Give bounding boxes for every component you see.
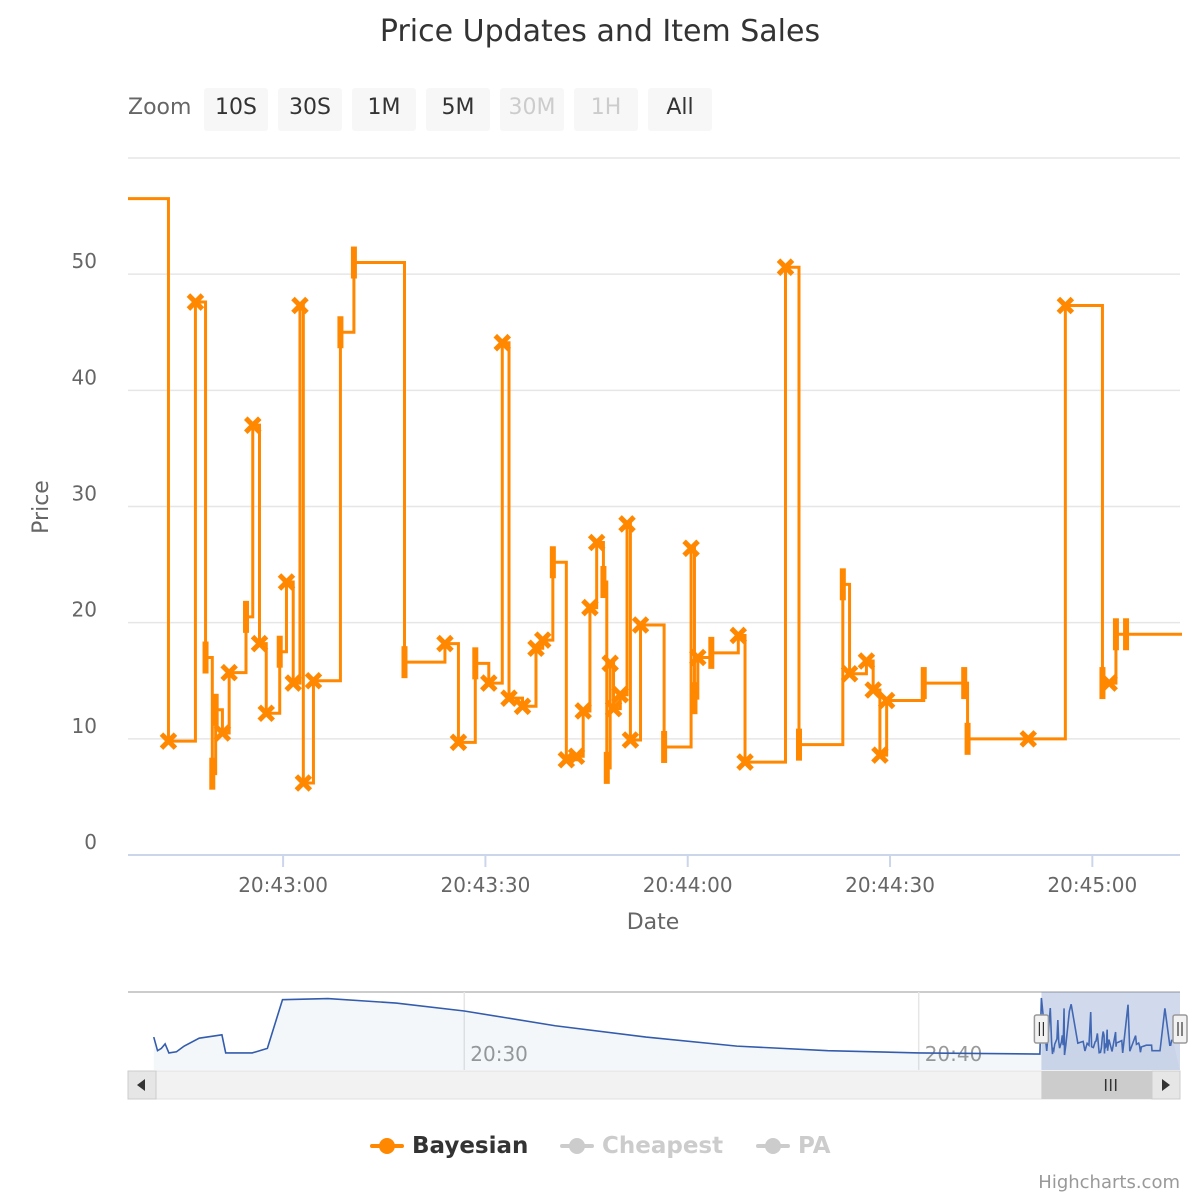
legend-item-cheapest[interactable]: Cheapest — [560, 1130, 723, 1162]
grid-lines — [128, 157, 1180, 856]
price-update-marker — [795, 728, 802, 761]
price-chart: 01020304050 20:43:00 20:43:30 20:44:00 20:4… — [29, 157, 1188, 1100]
y-tick-label: 40 — [72, 365, 97, 389]
price-update-marker — [276, 635, 283, 668]
legend-label: Bayesian — [412, 1133, 529, 1159]
price-update-marker — [209, 757, 216, 790]
x-tick-label: 20:44:30 — [845, 873, 935, 897]
legend-item-pa[interactable]: PA — [756, 1130, 831, 1162]
price-update-marker — [961, 667, 968, 700]
y-tick-label: 10 — [72, 714, 97, 738]
x-tick-label: 20:44:00 — [643, 873, 733, 897]
y-tick-label: 20 — [72, 598, 97, 622]
x-tick-label: 20:43:00 — [238, 873, 328, 897]
price-update-marker — [202, 641, 209, 674]
price-update-marker — [243, 600, 250, 633]
price-update-marker — [401, 646, 408, 679]
y-tick-label: 30 — [72, 482, 97, 506]
price-update-marker — [920, 667, 927, 700]
price-update-marker — [212, 693, 219, 726]
series-bayesian[interactable] — [128, 197, 1185, 792]
price-update-marker — [472, 647, 479, 680]
navigator-left-handle[interactable] — [1033, 1014, 1050, 1044]
price-update-marker — [337, 316, 344, 349]
price-update-marker — [661, 730, 668, 763]
legend-symbol-cheapest — [560, 1136, 594, 1156]
price-update-marker — [600, 566, 607, 599]
price-update-marker — [964, 722, 971, 755]
price-update-marker — [1099, 667, 1106, 700]
navigator-area — [153, 997, 1181, 1070]
series-line-bayesian — [128, 197, 1182, 785]
price-update-marker — [350, 246, 357, 279]
price-update-marker — [708, 636, 715, 669]
x-tick-label: 20:43:30 — [440, 873, 530, 897]
price-update-marker — [603, 751, 610, 784]
y-axis-ticks: 0 10 20 30 40 50 — [72, 249, 97, 854]
navigator-selection — [1041, 992, 1180, 1070]
price-update-marker — [1112, 618, 1119, 651]
x-tick-label: 20:45:00 — [1047, 873, 1137, 897]
legend-symbol-bayesian — [370, 1136, 404, 1156]
legend-label: Cheapest — [602, 1133, 724, 1159]
price-update-marker — [1123, 618, 1130, 651]
navigator-right-handle[interactable] — [1172, 1014, 1188, 1044]
scrollbar-track — [127, 1070, 1181, 1100]
y-tick-label: 0 — [84, 830, 97, 854]
price-update-marker — [549, 546, 556, 579]
x-axis-ticks: 20:43:00 20:43:30 20:44:00 20:44:30 20:45:00 — [238, 855, 1137, 897]
y-axis-title: Price — [29, 480, 54, 534]
legend-label: PA — [798, 1133, 831, 1159]
legend-symbol-pa — [756, 1136, 790, 1156]
credits-link[interactable]: Highcharts.com — [1038, 1172, 1180, 1193]
price-update-marker — [839, 568, 846, 601]
y-tick-label: 50 — [72, 249, 97, 273]
x-axis-title: Date — [627, 910, 680, 935]
navigator[interactable]: 20:30 20:40 — [127, 991, 1188, 1100]
legend-item-bayesian[interactable]: Bayesian — [370, 1130, 528, 1162]
price-update-marker — [691, 682, 698, 715]
